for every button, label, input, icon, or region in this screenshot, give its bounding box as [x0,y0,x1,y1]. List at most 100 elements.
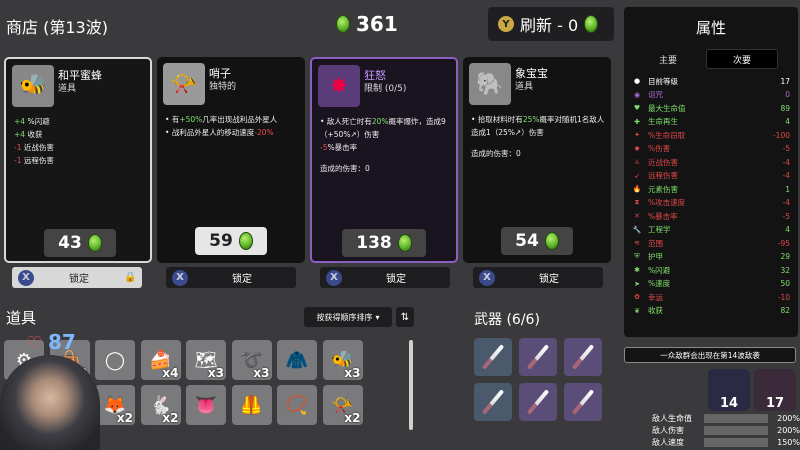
card-description: • 敌人死亡时有20%概率爆炸，造成9（+50%↗）伤害 -5%暴击率 造成的伤… [320,117,446,173]
weapon-slot[interactable] [564,383,602,421]
stats-panel: 属性 主要 次要 ● 目前等级 17 ◉ 诅咒 0 ♥ 最大生命值 89 ✚ 生命再生 4 ✦ %生命窃取… [624,7,798,337]
modifier-bar [704,438,768,447]
price-value: 59 [209,231,233,251]
stat-row: ≋ 范围 -95 [632,237,790,249]
stat-name: 最大生命值 [648,103,686,113]
lock-button-2[interactable]: X 锁定 [166,267,296,288]
weapon-slot[interactable] [474,338,512,376]
shop-card-3[interactable]: ✸ 狂怒 限制 (0/5) • 敌人死亡时有20%概率爆炸，造成9（+50%↗）… [310,57,458,263]
material-coin-icon [544,232,559,250]
stat-name: 工程学 [648,225,671,234]
streamer-webcam [0,355,100,450]
stat-value: 29 [780,252,790,261]
regen-icon: ✚ [634,117,640,126]
weapons-title: 武器 (6/6) [474,312,540,328]
price-button[interactable]: 138 [342,229,426,257]
sort-direction-button[interactable]: ⇅ [396,307,414,327]
harvest-icon: ❦ [634,306,640,315]
stat-row: ✕ %暴击率 -5 [632,210,790,222]
price-value: 43 [58,233,82,253]
y-button-icon: Y [498,16,514,32]
weapon-slot[interactable] [564,338,602,376]
shop-card-2[interactable]: 📯 哨子 独特的 • 有+50%几率出现战利品外星人 • 战利品外星人的移动速度… [157,57,305,263]
lock-button-3[interactable]: X 锁定 [320,267,450,288]
card-type: 独特的 [209,82,237,92]
x-button-icon: X [479,269,495,286]
item-slot[interactable]: ◯ [95,340,135,380]
tab-primary[interactable]: 主要 [632,49,704,69]
price-button[interactable]: 59 [195,227,267,255]
item-slot[interactable]: 📯 x2 [322,385,363,425]
shop-card-1[interactable]: 🐝 和平蜜蜂 道具 +4 %闪避 +4 收获 -1 近战伤害 -1 远程伤害 4… [4,57,152,263]
sort-direction-icon: ⇅ [400,311,410,323]
item-slot[interactable]: 🗺 x3 [186,340,226,380]
modifier-bar [704,426,768,435]
stat-row: 🔥 元素伤害 1 [632,183,790,195]
item-count: x2 [116,411,133,425]
level-icon: ● [633,77,641,85]
stat-name: 远程伤害 [648,171,678,180]
stat-value: 50 [780,279,790,288]
stat-row: ● 目前等级 17 [632,75,790,87]
melee-icon: ⚔ [633,158,641,166]
stat-value: 0 [785,90,790,99]
lifesteal-icon: ✦ [634,131,640,139]
item-slot[interactable]: 🧥 [277,340,317,380]
stat-row: 🔧 工程学 4 [632,224,790,236]
tab-secondary[interactable]: 次要 [706,49,778,69]
necklace-icon: 📿 [285,394,309,416]
stat-row: ✱ %闪避 32 [632,264,790,276]
jacket-icon: 🧥 [285,349,309,371]
reroll-label: 刷新 - 0 [520,16,579,35]
lock-button-4[interactable]: X 锁定 [473,267,603,288]
stat-name: 诅咒 [648,90,663,99]
item-slot[interactable]: 🦺 [231,385,272,425]
item-slot[interactable]: 🍰 x4 [140,340,181,380]
modifier-name: 敌人速度 [652,438,684,447]
x-button-icon: X [326,269,342,286]
item-slot[interactable]: 🦊 x2 [95,385,135,425]
stat-name: %速度 [648,279,671,288]
stat-value: 4 [785,117,790,126]
weapon-slot[interactable] [519,383,557,421]
enemy-modifier-row: 敌人生命值 200% [652,413,800,424]
item-count: x3 [253,366,270,380]
dagger-icon [481,344,505,370]
stat-name: 目前等级 [648,76,678,86]
elemental-icon: 🔥 [632,185,642,193]
price-button[interactable]: 43 [44,229,116,257]
stat-name: 元素伤害 [648,184,678,194]
item-count: x2 [162,411,179,425]
chevron-down-icon: ▾ [375,312,380,322]
stat-row: ⛨ 护甲 29 [632,251,790,263]
ring-icon: ◯ [104,349,126,371]
stat-value: -4 [782,157,790,167]
stat-value: -100 [772,130,790,140]
weapon-slot[interactable] [474,383,512,421]
wave-banner: 一众敌群会出现在第14波敌袭 [624,347,796,363]
crit-icon: ✕ [634,212,640,220]
card-description: • 有+50%几率出现战利品外星人 • 战利品外星人的移动速度-20% [165,115,278,137]
item-slot[interactable]: 👅 [186,385,226,425]
stat-value: -4 [782,171,790,180]
sort-dropdown[interactable]: 按获得顺序排序 ▾ [304,307,392,327]
stat-row: ✚ 生命再生 4 [632,116,790,128]
weapon-slot[interactable] [519,338,557,376]
stat-row: ➶ 远程伤害 -4 [632,170,790,182]
stat-row: ➤ %速度 50 [632,278,790,290]
stat-row: ❦ 收获 82 [632,305,790,317]
shop-card-4[interactable]: 🐘 象宝宝 道具 • 拾取材料时有25%概率对随机1名敌人造成1（25%↗）伤害… [463,57,611,263]
stat-value: 4 [785,225,790,234]
item-slot[interactable]: 📿 [277,385,317,425]
price-button[interactable]: 54 [501,227,573,255]
modifier-name: 敌人伤害 [652,426,684,435]
items-scrollbar[interactable] [409,340,413,430]
stat-value: -5 [782,211,790,221]
card-type: 道具 [515,82,534,92]
item-slot[interactable]: ➰ x3 [231,340,272,380]
reroll-button[interactable]: Y 刷新 - 0 [488,7,614,41]
item-slot[interactable]: 🐇 x2 [140,385,181,425]
stat-name: 生命再生 [648,117,678,126]
item-slot[interactable]: 🐝 x3 [322,340,363,380]
lock-button-1[interactable]: X 锁定 🔒 [12,267,142,288]
